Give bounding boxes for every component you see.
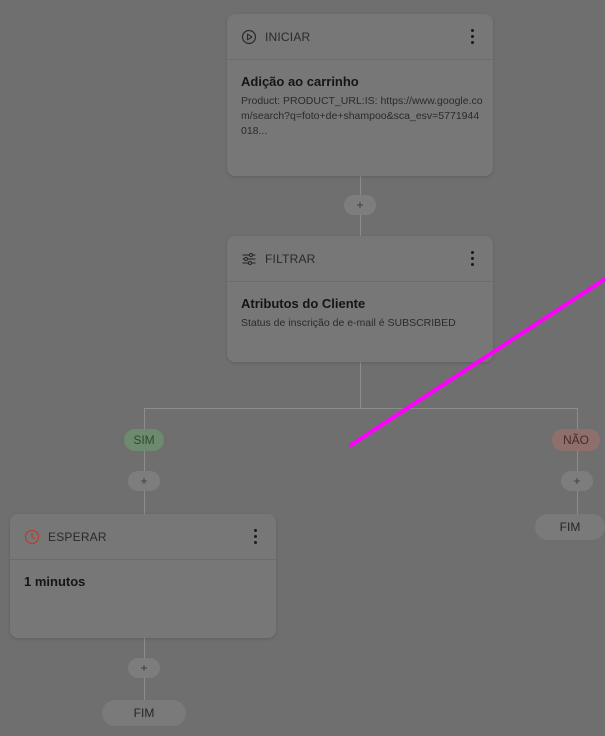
connector-yes-branch [144,408,145,514]
wait-node-type-label: ESPERAR [48,529,107,544]
kebab-menu-icon[interactable] [465,249,479,269]
wait-node-body: 1 minutos [24,574,266,594]
add-step-button-no[interactable]: + [561,471,593,491]
add-step-button-after-wait[interactable]: + [128,658,160,678]
start-node-body: Adição ao carrinho Product: PRODUCT_URL:… [241,74,483,139]
filter-node-card[interactable]: FILTRAR Atributos do Cliente Status de i… [227,236,493,362]
end-node-no-branch: FIM [535,514,605,540]
connector-filter-down [360,362,361,408]
wait-node-header: ESPERAR [10,514,276,560]
start-node-title: Adição ao carrinho [241,74,359,89]
filter-node-body: Atributos do Cliente Status de inscrição… [241,296,483,331]
sliders-icon [241,251,257,267]
play-circle-icon [241,29,257,45]
start-node-card[interactable]: INICIAR Adição ao carrinho Product: PROD… [227,14,493,176]
filter-node-type-label: FILTRAR [265,251,316,266]
kebab-menu-icon[interactable] [465,27,479,47]
filter-node-title: Atributos do Cliente [241,296,366,311]
kebab-menu-icon[interactable] [248,527,262,547]
yes-branch-badge: SIM [124,429,164,451]
end-node-yes-branch: FIM [102,700,186,726]
connector-branch-horizontal [144,408,577,409]
filter-node-description: Status de inscrição de e-mail é SUBSCRIB… [241,317,456,329]
start-node-header: INICIAR [227,14,493,60]
wait-node-title: 1 minutos [24,574,86,589]
start-node-type-label: INICIAR [265,29,311,44]
clock-icon [24,529,40,545]
add-step-button[interactable]: + [344,195,376,215]
wait-node-card[interactable]: ESPERAR 1 minutos [10,514,276,638]
connector-no-branch [577,408,578,514]
add-step-button-yes[interactable]: + [128,471,160,491]
workflow-canvas: INICIAR Adição ao carrinho Product: PROD… [0,0,605,736]
filter-node-header: FILTRAR [227,236,493,282]
no-branch-badge: NÃO [552,429,600,451]
start-node-description: Product: PRODUCT_URL:IS: https://www.goo… [241,95,483,137]
